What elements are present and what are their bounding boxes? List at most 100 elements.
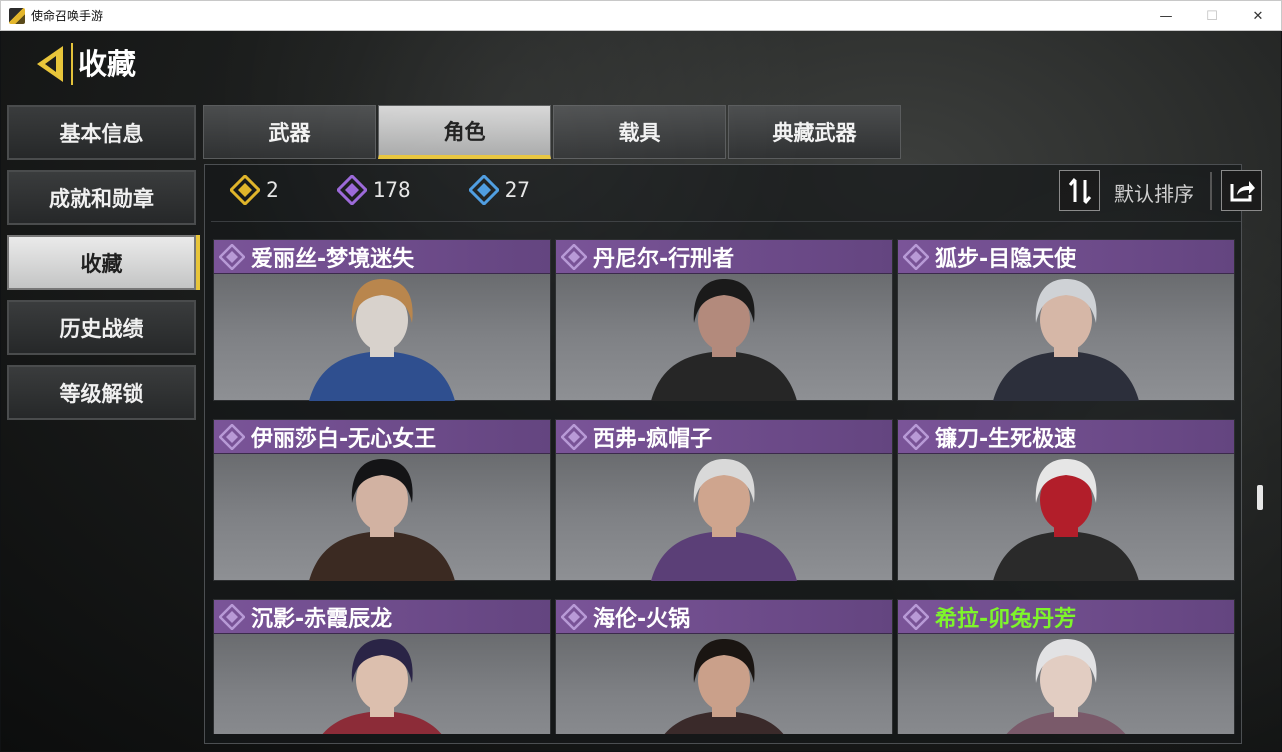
tab-label: 角色: [443, 119, 486, 144]
sidebar-item-level-unlock[interactable]: 等级解锁: [7, 365, 196, 420]
character-card[interactable]: 希拉-卯兔丹芳: [897, 599, 1235, 734]
character-portrait: [898, 635, 1234, 734]
purple-diamond-icon: [219, 423, 245, 450]
sidebar-item-label: 基本信息: [59, 121, 144, 146]
sidebar-item-label: 等级解锁: [59, 381, 144, 406]
character-card[interactable]: 沉影-赤霞辰龙: [213, 599, 551, 734]
minimize-button[interactable]: —: [1143, 1, 1189, 31]
purple-diamond-icon: [219, 243, 245, 270]
tab-characters[interactable]: 角色: [378, 105, 551, 159]
app-icon: [9, 7, 25, 24]
blue-diamond-icon: [468, 175, 499, 205]
card-name: 镰刀-生死极速: [935, 426, 1077, 452]
tab-collector-weapons[interactable]: 典藏武器: [728, 105, 901, 159]
character-card[interactable]: 伊丽莎白-无心女王: [213, 419, 551, 581]
sidebar-item-history[interactable]: 历史战绩: [7, 300, 196, 355]
card-header: 希拉-卯兔丹芳: [898, 600, 1234, 634]
sidebar: 基本信息 成就和勋章 收藏 历史战绩 等级解锁: [7, 105, 200, 430]
share-button[interactable]: [1221, 170, 1262, 211]
character-portrait: [214, 635, 550, 734]
scrollbar-thumb[interactable]: [1257, 485, 1263, 510]
card-name: 希拉-卯兔丹芳: [935, 606, 1077, 632]
divider: [1210, 172, 1212, 210]
tab-vehicles[interactable]: 载具: [553, 105, 726, 159]
purple-diamond-icon: [561, 243, 587, 270]
back-arrow-icon: [37, 46, 63, 82]
sidebar-item-label: 收藏: [80, 251, 123, 276]
tab-label: 典藏武器: [772, 121, 857, 145]
sidebar-item-achievements[interactable]: 成就和勋章: [7, 170, 196, 225]
character-silhouette: [651, 459, 797, 581]
character-silhouette: [309, 279, 455, 401]
sort-arrows-icon: [1068, 177, 1091, 204]
character-card[interactable]: 丹尼尔-行刑者: [555, 239, 893, 401]
purple-diamond-icon: [561, 423, 587, 450]
tab-label: 武器: [268, 121, 311, 145]
stat-blue: 27: [468, 175, 530, 205]
card-header: 镰刀-生死极速: [898, 420, 1234, 454]
card-name: 西弗-疯帽子: [593, 426, 713, 452]
character-silhouette: [993, 459, 1139, 581]
card-name: 伊丽莎白-无心女王: [251, 426, 437, 452]
character-silhouette: [309, 459, 455, 581]
character-portrait: [214, 455, 550, 581]
character-silhouette: [651, 279, 797, 401]
character-portrait: [556, 275, 892, 401]
card-header: 丹尼尔-行刑者: [556, 240, 892, 274]
card-header: 狐步-目隐天使: [898, 240, 1234, 274]
character-card[interactable]: 西弗-疯帽子: [555, 419, 893, 581]
purple-diamond-icon: [561, 603, 587, 630]
rarity-stats: 2 178 27: [230, 175, 588, 205]
card-header: 伊丽莎白-无心女王: [214, 420, 550, 454]
back-button[interactable]: [31, 43, 73, 85]
card-name: 沉影-赤霞辰龙: [251, 606, 393, 632]
page-title: 收藏: [71, 43, 141, 85]
character-silhouette: [664, 639, 784, 734]
character-card[interactable]: 海伦-火锅: [555, 599, 893, 734]
character-portrait: [556, 455, 892, 581]
character-card[interactable]: 爱丽丝-梦境迷失: [213, 239, 551, 401]
sidebar-item-basic-info[interactable]: 基本信息: [7, 105, 196, 160]
window-titlebar: 使命召唤手游 — ☐ ✕: [0, 0, 1282, 31]
card-name: 海伦-火锅: [593, 606, 691, 632]
tab-label: 载具: [618, 121, 661, 145]
stat-blue-count: 27: [504, 178, 530, 202]
window-title: 使命召唤手游: [31, 9, 104, 23]
sort-label[interactable]: 默认排序: [1114, 178, 1194, 207]
card-header: 沉影-赤霞辰龙: [214, 600, 550, 634]
stat-gold-count: 2: [266, 178, 279, 202]
character-grid: 爱丽丝-梦境迷失 丹尼尔-行刑者 狐步-目隐天使伊丽莎白-无心女王 西弗-疯帽子 镰刀-…: [213, 239, 1237, 734]
tab-weapons[interactable]: 武器: [203, 105, 376, 159]
sidebar-item-collection[interactable]: 收藏: [7, 235, 200, 290]
card-name: 狐步-目隐天使: [935, 246, 1077, 272]
character-silhouette: [993, 279, 1139, 401]
sort-button[interactable]: [1059, 170, 1100, 211]
purple-diamond-icon: [903, 243, 929, 270]
character-portrait: [556, 635, 892, 734]
divider: [211, 221, 1241, 222]
category-tabs: 武器 角色 载具 典藏武器: [203, 105, 903, 159]
character-silhouette: [322, 639, 442, 734]
character-portrait: [214, 275, 550, 401]
character-portrait: [898, 275, 1234, 401]
sidebar-item-label: 历史战绩: [59, 316, 144, 341]
card-name: 丹尼尔-行刑者: [593, 246, 735, 272]
window-controls: — ☐ ✕: [1143, 1, 1281, 31]
character-card[interactable]: 狐步-目隐天使: [897, 239, 1235, 401]
purple-diamond-icon: [336, 175, 367, 205]
stat-gold: 2: [230, 175, 279, 205]
sidebar-item-label: 成就和勋章: [49, 186, 154, 211]
close-button[interactable]: ✕: [1235, 1, 1281, 31]
gold-diamond-icon: [230, 175, 260, 205]
card-header: 海伦-火锅: [556, 600, 892, 634]
character-portrait: [898, 455, 1234, 581]
card-name: 爱丽丝-梦境迷失: [251, 246, 415, 272]
share-icon: [1230, 180, 1255, 201]
maximize-button[interactable]: ☐: [1189, 1, 1235, 31]
purple-diamond-icon: [219, 603, 245, 630]
character-silhouette: [1006, 639, 1126, 734]
purple-diamond-icon: [903, 423, 929, 450]
stat-purple: 178: [336, 175, 411, 205]
card-header: 西弗-疯帽子: [556, 420, 892, 454]
character-card[interactable]: 镰刀-生死极速: [897, 419, 1235, 581]
